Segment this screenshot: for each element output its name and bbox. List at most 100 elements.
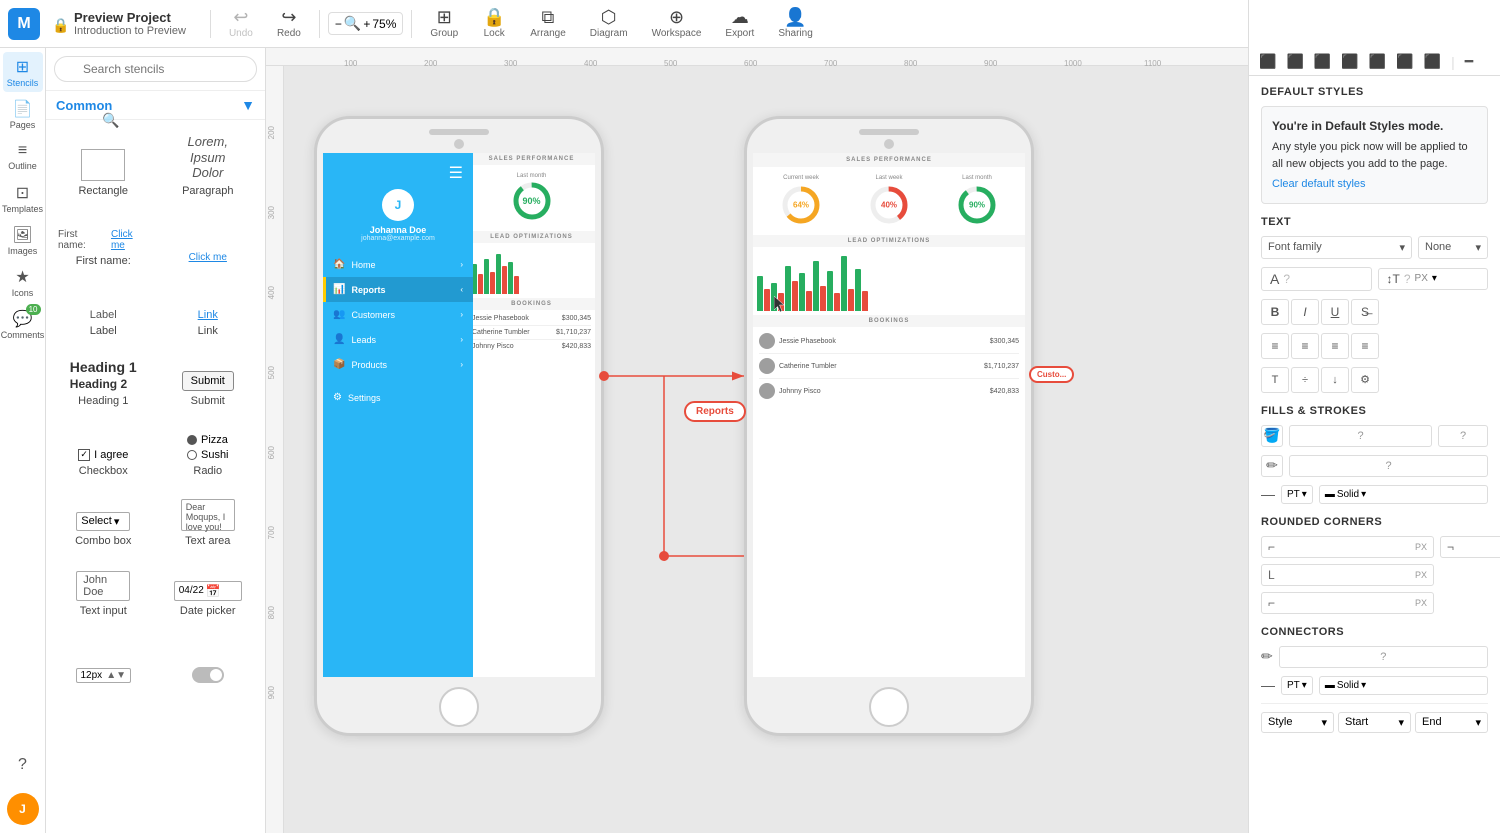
connector-style-select[interactable]: ▬ Solid ▾ bbox=[1319, 676, 1488, 695]
sidebar-nav-customers[interactable]: 👥 Customers › bbox=[323, 302, 473, 327]
stencil-item-datepicker[interactable]: 04/22 📅 Date picker bbox=[159, 559, 258, 623]
align-center-btn[interactable]: ⬛ bbox=[1282, 51, 1307, 72]
stroke-pt-select[interactable]: PT ▾ bbox=[1281, 485, 1313, 504]
align-top-btn[interactable]: ⬛ bbox=[1337, 51, 1362, 72]
stencil-item-firstname[interactable]: First name: Click me First name: bbox=[54, 209, 153, 273]
sidebar-nav-settings[interactable]: ⚙ Settings bbox=[323, 385, 473, 410]
stencil-collapse-icon[interactable]: ▼ bbox=[241, 97, 255, 113]
text-align-right[interactable]: ≡ bbox=[1321, 333, 1349, 359]
rc-top-right[interactable]: ¬ PX bbox=[1440, 536, 1500, 558]
rc-bottom-right[interactable]: ⌐ PX bbox=[1261, 592, 1434, 614]
lock-button[interactable]: 🔒 Lock bbox=[472, 4, 516, 43]
sidebar-nav-leads[interactable]: 👤 Leads › bbox=[323, 327, 473, 352]
b1g bbox=[757, 276, 763, 311]
align-extra-btn[interactable]: ━ bbox=[1461, 51, 1477, 72]
redo-button[interactable]: ↪ Redo bbox=[267, 4, 311, 43]
stencil-item-radio[interactable]: Pizza Sushi Radio bbox=[159, 419, 258, 483]
connector-pt-select[interactable]: PT ▾ bbox=[1281, 676, 1313, 695]
workspace-button[interactable]: ⊕ Workspace bbox=[642, 4, 712, 43]
font-family-select[interactable]: Font family ▾ bbox=[1261, 236, 1412, 259]
text-misc-4[interactable]: ⚙ bbox=[1351, 367, 1379, 393]
sidebar-nav-reports[interactable]: 📊 Reports ‹ bbox=[323, 277, 473, 302]
phone1-home-button[interactable] bbox=[439, 687, 479, 727]
text-misc-3[interactable]: ↓ bbox=[1321, 367, 1349, 393]
text-misc-2[interactable]: ÷ bbox=[1291, 367, 1319, 393]
stencils-button[interactable]: ⊞ Stencils bbox=[3, 52, 43, 92]
comments-button[interactable]: 💬 10 Comments bbox=[3, 304, 43, 344]
strikethrough-button[interactable]: S̶ bbox=[1351, 299, 1379, 325]
fill-color-input[interactable]: ? bbox=[1289, 425, 1432, 447]
rc-bottom-left[interactable]: L PX bbox=[1261, 564, 1434, 586]
bold-button[interactable]: B bbox=[1261, 299, 1289, 325]
italic-button[interactable]: I bbox=[1291, 299, 1319, 325]
connector-color-input[interactable]: ? bbox=[1279, 646, 1488, 668]
stencil-item-stepper[interactable]: 12px ▲▼ bbox=[54, 629, 153, 693]
rc-tr-input[interactable] bbox=[1458, 541, 1500, 552]
undo-button[interactable]: ↩ Undo bbox=[219, 4, 263, 43]
end-select[interactable]: End ▾ bbox=[1415, 712, 1488, 733]
align-right-btn[interactable]: ⬛ bbox=[1310, 51, 1335, 72]
rc-tl-input[interactable] bbox=[1279, 541, 1411, 552]
ruler-left-600: 600 bbox=[267, 446, 276, 459]
rc-bl-input[interactable] bbox=[1279, 569, 1411, 580]
help-button[interactable]: ? bbox=[3, 745, 43, 785]
stencil-item-button[interactable]: Submit Submit bbox=[159, 349, 258, 413]
images-button[interactable]: 🖼 Images bbox=[3, 220, 43, 260]
stroke-color-input[interactable]: ? bbox=[1289, 455, 1488, 477]
stencil-item-textarea[interactable]: Dear Moqups, I love you! Text area bbox=[159, 489, 258, 553]
stencil-item-linklabel[interactable]: Link Link bbox=[159, 279, 258, 343]
rc-top-left[interactable]: ⌐ PX bbox=[1261, 536, 1434, 558]
underline-button[interactable]: U bbox=[1321, 299, 1349, 325]
start-select[interactable]: Start ▾ bbox=[1338, 712, 1411, 733]
text-align-left[interactable]: ≡ bbox=[1261, 333, 1289, 359]
reports-badge[interactable]: Reports bbox=[684, 401, 746, 422]
comments-badge: 10 bbox=[26, 304, 41, 315]
arrange-button[interactable]: ⧉ Arrange bbox=[520, 4, 576, 43]
pages-button[interactable]: 📄 Pages bbox=[3, 94, 43, 134]
sidebar-nav-products[interactable]: 📦 Products › bbox=[323, 352, 473, 377]
stencil-item-paragraph[interactable]: Lorem,IpsumDolor Paragraph bbox=[159, 128, 258, 203]
search-input[interactable] bbox=[54, 56, 257, 82]
diagram-button[interactable]: ⬡ Diagram bbox=[580, 4, 638, 43]
style-select[interactable]: Style ▾ bbox=[1261, 712, 1334, 733]
sidebar-nav-home[interactable]: 🏠 Home › bbox=[323, 252, 473, 277]
text-align-justify[interactable]: ≡ bbox=[1351, 333, 1379, 359]
font-a-control[interactable]: A ? bbox=[1261, 267, 1372, 291]
stencil-item-checkbox[interactable]: ✓ I agree Checkbox bbox=[54, 419, 153, 483]
outline-button[interactable]: ≡ Outline bbox=[3, 136, 43, 176]
custom-badge[interactable]: Custo... bbox=[1029, 366, 1074, 383]
icons-button[interactable]: ★ Icons bbox=[3, 262, 43, 302]
export-button[interactable]: ☁ Export bbox=[715, 4, 764, 43]
templates-button[interactable]: ⊡ Templates bbox=[3, 178, 43, 218]
stencil-item-textinput[interactable]: John Doe Text input bbox=[54, 559, 153, 623]
stencil-item-combobox[interactable]: Select ▾ Combo box bbox=[54, 489, 153, 553]
align-middle-btn[interactable]: ⬛ bbox=[1365, 51, 1390, 72]
text-align-center[interactable]: ≡ bbox=[1291, 333, 1319, 359]
clear-default-styles-link[interactable]: Clear default styles bbox=[1272, 176, 1477, 193]
hamburger-icon[interactable]: ☰ bbox=[449, 163, 463, 183]
align-left-btn[interactable]: ⬛ bbox=[1255, 51, 1280, 72]
phone2-home-button[interactable] bbox=[869, 687, 909, 727]
conn-pt-label: PT bbox=[1287, 680, 1300, 691]
align-dist-h-btn[interactable]: ⬛ bbox=[1420, 51, 1445, 72]
zoom-control[interactable]: − 🔍 + 75% bbox=[328, 12, 404, 35]
stencil-item-link[interactable]: Click me bbox=[159, 209, 258, 273]
text-misc-1[interactable]: T bbox=[1261, 367, 1289, 393]
phone2-mockup[interactable]: SALES PERFORMANCE Current week bbox=[744, 116, 1034, 736]
user-avatar[interactable]: J bbox=[7, 793, 39, 825]
sharing-button[interactable]: 👤 Sharing bbox=[768, 4, 822, 43]
group-button[interactable]: ⊞ Group bbox=[420, 4, 468, 43]
stroke-style-select[interactable]: ▬ Solid ▾ bbox=[1319, 485, 1488, 504]
fill-opacity-input[interactable]: ? bbox=[1438, 425, 1488, 447]
fill-color-swatch[interactable]: 🪣 bbox=[1261, 425, 1283, 447]
stencil-item-rectangle[interactable]: Rectangle bbox=[54, 128, 153, 203]
stroke-color-swatch[interactable]: ✏ bbox=[1261, 455, 1283, 477]
phone1-mockup[interactable]: ☰ J Johanna Doe johanna@example.com 🏠 bbox=[314, 116, 604, 736]
font-t-control[interactable]: ↕T ? PX ▾ bbox=[1378, 268, 1489, 290]
stencil-item-toggle[interactable] bbox=[159, 629, 258, 693]
stencil-item-label[interactable]: Label Label bbox=[54, 279, 153, 343]
font-size-select[interactable]: None ▾ bbox=[1418, 236, 1488, 259]
align-bottom-btn[interactable]: ⬛ bbox=[1392, 51, 1417, 72]
stencil-item-headings[interactable]: Heading 1 Heading 2 Heading 1 bbox=[54, 349, 153, 413]
rc-br-input[interactable] bbox=[1279, 597, 1411, 608]
